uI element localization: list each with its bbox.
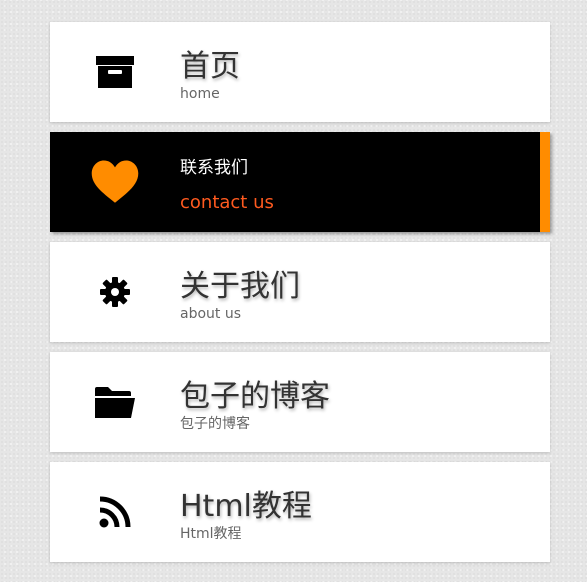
menu-item-home[interactable]: 首页 home [50, 22, 550, 122]
menu-item-title: 包子的博客 [180, 379, 330, 414]
menu-item-title: 联系我们 [180, 158, 248, 178]
menu-item-title: Html教程 [180, 489, 312, 524]
menu-item-subtitle: 包子的博客 [180, 416, 250, 432]
menu-item-contact[interactable]: 联系我们 contact us [50, 132, 550, 232]
menu-item-html-tutorial[interactable]: Html教程 Html教程 [50, 462, 550, 562]
menu-item-subtitle: contact us [180, 192, 274, 213]
menu-item-about[interactable]: 关于我们 about us [50, 242, 550, 342]
gear-icon [90, 272, 140, 312]
rss-icon [90, 492, 140, 532]
menu-item-title: 首页 [180, 49, 240, 84]
menu-item-blog[interactable]: 包子的博客 包子的博客 [50, 352, 550, 452]
folder-open-icon [90, 382, 140, 422]
menu-item-subtitle: Html教程 [180, 526, 242, 542]
archive-icon [90, 52, 140, 92]
menu-item-subtitle: home [180, 86, 220, 102]
heart-icon [90, 160, 140, 203]
main-menu: 首页 home 联系我们 contact us 关于我们 about us 包子… [50, 22, 550, 572]
menu-item-subtitle: about us [180, 306, 242, 322]
menu-item-title: 关于我们 [180, 269, 300, 304]
